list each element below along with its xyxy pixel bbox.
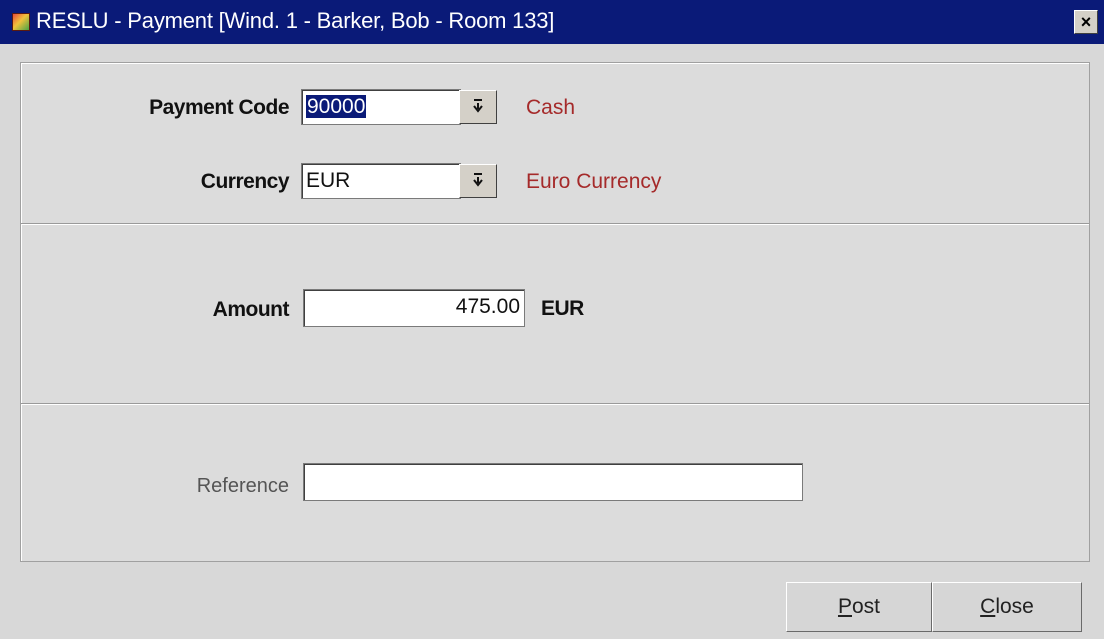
currency-value: EUR bbox=[306, 169, 351, 192]
payment-code-description: Cash bbox=[526, 96, 576, 119]
section-divider bbox=[21, 403, 1089, 405]
reference-input[interactable] bbox=[303, 463, 803, 501]
title-bar: RESLU - Payment [Wind. 1 - Barker, Bob -… bbox=[0, 0, 1104, 44]
close-mnemonic: C bbox=[980, 595, 996, 618]
post-mnemonic: P bbox=[837, 595, 852, 618]
close-window-button[interactable]: × bbox=[1074, 10, 1098, 34]
arrow-down-icon bbox=[472, 97, 484, 117]
payment-code-value: 90000 bbox=[306, 95, 367, 118]
currency-input[interactable]: EUR bbox=[301, 163, 461, 199]
currency-dropdown-button[interactable] bbox=[459, 164, 497, 198]
payment-form-panel: Payment Code 90000 Cash Currency EUR Eur… bbox=[20, 62, 1090, 562]
window-title: RESLU - Payment [Wind. 1 - Barker, Bob -… bbox=[36, 8, 555, 33]
close-label: lose bbox=[995, 595, 1034, 618]
close-button[interactable]: Close bbox=[932, 582, 1082, 632]
payment-code-input[interactable]: 90000 bbox=[301, 89, 461, 125]
payment-code-dropdown-button[interactable] bbox=[459, 90, 497, 124]
amount-value: 475.00 bbox=[455, 295, 520, 318]
currency-description: Euro Currency bbox=[526, 170, 662, 193]
amount-input[interactable]: 475.00 bbox=[303, 289, 525, 327]
arrow-down-icon bbox=[472, 171, 484, 191]
section-divider bbox=[21, 223, 1089, 225]
app-icon bbox=[12, 13, 30, 31]
currency-label: Currency bbox=[200, 170, 290, 193]
post-button[interactable]: Post bbox=[786, 582, 932, 632]
amount-currency-label: EUR bbox=[541, 297, 584, 320]
amount-label: Amount bbox=[212, 298, 290, 321]
post-label: ost bbox=[852, 595, 881, 618]
payment-code-label: Payment Code bbox=[149, 96, 289, 119]
reference-label: Reference bbox=[196, 475, 289, 497]
